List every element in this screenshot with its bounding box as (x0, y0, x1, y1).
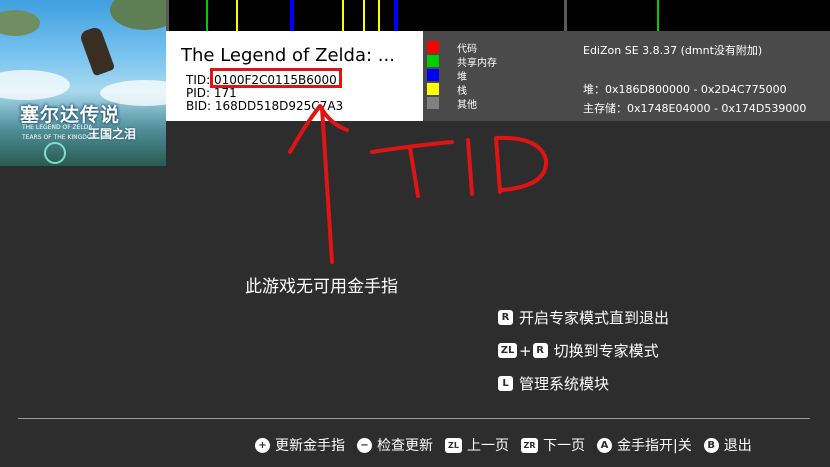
legend-label: 栈 (457, 86, 467, 97)
option-label: 开启专家模式直到退出 (519, 309, 670, 327)
manage-sysmodules-option[interactable]: L 管理系统模块 (498, 373, 609, 394)
legend-swatch (427, 83, 439, 95)
memory-map-separator (564, 0, 567, 31)
game-cover-art: 塞尔达传说 THE LEGEND OF ZELDA TEARS OF THE K… (0, 0, 166, 166)
memory-region-stack (236, 0, 238, 31)
game-info-panel: The Legend of Zelda: ... TID: 0100F2C011… (166, 31, 423, 121)
plus-icon: + (255, 437, 270, 453)
build-id: BID: 168DD518D925C7A3 (186, 99, 344, 113)
game-title: The Legend of Zelda: ... (181, 45, 395, 66)
footer-divider (18, 418, 810, 419)
plus-separator: + (519, 341, 532, 360)
cover-emblem-icon (44, 142, 66, 164)
legend-swatch (427, 97, 439, 109)
cover-island (110, 0, 166, 30)
l-button-icon: L (498, 376, 513, 391)
previous-page-button[interactable]: ZL 上一页 (445, 435, 509, 455)
process-id: PID: 171 (186, 86, 237, 100)
footer-label: 金手指开|关 (617, 438, 692, 454)
cover-subtitle-en: TEARS OF THE KINGDOM (22, 134, 97, 141)
memory-region-shared (206, 0, 208, 31)
legend-label: 其他 (457, 100, 477, 111)
zl-button-icon: ZL (498, 343, 517, 358)
expert-mode-until-exit-option[interactable]: R 开启专家模式直到退出 (498, 307, 669, 328)
a-button-icon: A (597, 437, 612, 453)
option-label: 切换到专家模式 (553, 342, 659, 360)
switch-expert-mode-option[interactable]: ZL + R 切换到专家模式 (498, 340, 659, 361)
footer-label: 下一页 (543, 438, 585, 454)
toggle-cheat-button[interactable]: A 金手指开|关 (597, 435, 692, 455)
footer-actions: + 更新金手指 − 检查更新 ZL 上一页 ZR 下一页 A 金手指开|关 B … (255, 435, 752, 455)
legend-swatch (427, 41, 439, 53)
annotation-letter-strokes (370, 135, 549, 198)
zl-button-icon: ZL (445, 437, 462, 453)
minus-icon: − (357, 437, 372, 453)
b-button-icon: B (703, 437, 719, 453)
cover-island (0, 10, 40, 36)
cover-subtitle-cn: 王国之泪 (88, 127, 137, 141)
legend-swatch (427, 55, 439, 67)
title-id: TID: 0100F2C0115B6000 (186, 73, 337, 87)
memory-region-stack (342, 0, 344, 31)
r-button-icon: R (498, 310, 513, 325)
heap-range: 堆：0x186D800000 - 0x2D4C775000 (583, 83, 787, 96)
cover-hero (78, 25, 116, 77)
r-button-icon: R (532, 343, 548, 358)
update-cheats-button[interactable]: + 更新金手指 (255, 435, 345, 455)
legend-label: 堆 (457, 72, 467, 83)
footer-label: 退出 (723, 438, 752, 454)
memory-map-bar (166, 0, 830, 31)
zr-button-icon: ZR (521, 437, 538, 453)
exit-button[interactable]: B 退出 (703, 435, 752, 455)
footer-label: 上一页 (467, 438, 509, 454)
memory-region-stack (378, 0, 380, 31)
option-label: 管理系统模块 (519, 375, 610, 393)
memory-region-shared (657, 0, 659, 31)
footer-label: 检查更新 (377, 438, 433, 454)
next-page-button[interactable]: ZR 下一页 (521, 435, 585, 455)
legend-label: 共享内存 (457, 58, 497, 69)
main-range: 主存储：0x1748E04000 - 0x174D539000 (583, 102, 807, 115)
legend-swatch (427, 69, 439, 81)
memory-stats-panel: 代码 共享内存 堆 栈 其他 EdiZon SE 3.8.37 (dmnt没有附… (423, 31, 830, 121)
version-text: EdiZon SE 3.8.37 (dmnt没有附加) (583, 44, 763, 57)
check-update-button[interactable]: − 检查更新 (357, 435, 433, 455)
footer-label: 更新金手指 (275, 438, 345, 454)
memory-region-heap (290, 0, 294, 31)
cover-cloud (0, 70, 70, 100)
cover-title-en: THE LEGEND OF ZELDA (22, 124, 93, 131)
memory-region-stack (363, 0, 365, 31)
no-cheats-message: 此游戏无可用金手指 (245, 277, 398, 297)
legend-label: 代码 (457, 44, 477, 55)
memory-map-separator (166, 0, 169, 31)
memory-region-heap (394, 0, 398, 31)
cover-title-cn: 塞尔达传说 (20, 104, 121, 126)
